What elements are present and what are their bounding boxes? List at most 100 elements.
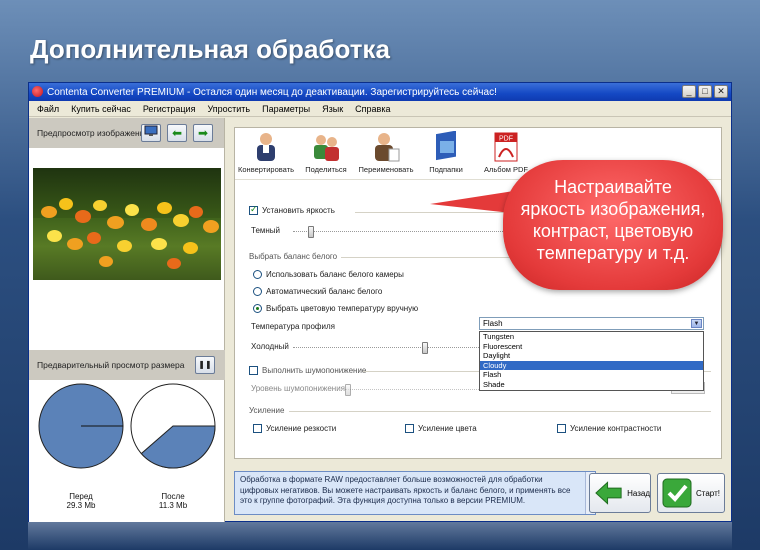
- start-button[interactable]: Старт!: [657, 473, 725, 513]
- profile-option-flash[interactable]: Flash: [480, 370, 703, 380]
- toolbar-pdf-album[interactable]: PDF Альбом PDF: [479, 131, 533, 179]
- brightness-checkbox[interactable]: [249, 204, 258, 216]
- subfolders-icon: [431, 130, 461, 163]
- enhance-contrast-row[interactable]: Усиление контрастности: [557, 424, 662, 434]
- toolbar-subfolders[interactable]: Подпапки: [419, 130, 473, 179]
- back-arrow-icon: [595, 481, 622, 505]
- window-title: Contenta Converter PREMIUM - Остался оди…: [47, 86, 497, 98]
- toolbar-rename-label: Переименовать: [358, 165, 414, 174]
- wb-option-auto-label: Автоматический баланс белого: [266, 287, 383, 296]
- enhance-color-row[interactable]: Усиление цвета: [405, 424, 477, 434]
- checkmark-icon: [662, 478, 692, 508]
- left-panel: Предпросмотр изображения ⬅ ➡ Предварител…: [29, 118, 225, 522]
- info-text-box[interactable]: Обработка в формате RAW предоставляет бо…: [234, 471, 596, 515]
- wb-option-camera[interactable]: Использовать баланс белого камеры: [253, 270, 404, 280]
- menu-help[interactable]: Справка: [355, 104, 390, 114]
- enhance-divider: [289, 411, 711, 412]
- before-size: 29.3 Mb: [66, 501, 96, 510]
- preview-mode-button[interactable]: [141, 124, 161, 142]
- preview-header: Предпросмотр изображения ⬅ ➡: [29, 118, 224, 148]
- brightness-label: Установить яркость: [262, 206, 335, 215]
- size-preview-label: Предварительный просмотр размера: [37, 360, 185, 370]
- window-reflection: [28, 522, 732, 550]
- arrow-left-icon: ⬅: [171, 126, 183, 140]
- app-window: Contenta Converter PREMIUM - Остался оди…: [28, 82, 732, 522]
- noise-label: Выполнить шумопонижение: [262, 366, 367, 375]
- menu-options[interactable]: Параметры: [262, 104, 310, 114]
- previous-image-button[interactable]: ⬅: [167, 124, 187, 142]
- profile-option-cloudy[interactable]: Cloudy: [480, 360, 703, 371]
- noise-level-label: Уровень шумопонижения: [251, 384, 346, 393]
- image-preview: [33, 168, 221, 280]
- preview-label: Предпросмотр изображения: [37, 128, 150, 138]
- profile-temperature-label: Температура профиля: [251, 322, 335, 331]
- profile-option-shade[interactable]: Shade: [480, 380, 703, 390]
- toolbar-subfolders-label: Подпапки: [429, 165, 463, 174]
- after-caption: После 11.3 Mb: [133, 492, 213, 510]
- color-checkbox[interactable]: [405, 424, 414, 434]
- contrast-checkbox[interactable]: [557, 424, 566, 434]
- convert-icon: [251, 131, 281, 163]
- chevron-down-icon[interactable]: ▼: [691, 319, 702, 328]
- sharpness-label: Усиление резкости: [266, 424, 337, 433]
- minimize-button[interactable]: _: [682, 85, 696, 98]
- back-button[interactable]: Назад: [589, 473, 651, 513]
- close-button[interactable]: ✕: [714, 85, 728, 98]
- profile-temperature-select[interactable]: Flash ▼: [479, 317, 704, 330]
- noise-checkbox[interactable]: [249, 366, 258, 376]
- pause-button[interactable]: ❚❚: [195, 356, 215, 374]
- back-button-label: Назад: [627, 488, 650, 498]
- menu-register[interactable]: Регистрация: [143, 104, 196, 114]
- contrast-label: Усиление контрастности: [570, 424, 662, 433]
- whitebalance-group-label: Выбрать баланс белого: [249, 252, 338, 261]
- start-button-label: Старт!: [696, 488, 720, 498]
- toolbar-pdf-album-label: Альбом PDF: [484, 165, 528, 174]
- menu-simplify[interactable]: Упростить: [207, 104, 250, 114]
- window-titlebar: Contenta Converter PREMIUM - Остался оди…: [29, 83, 731, 101]
- arrow-right-icon: ➡: [197, 126, 209, 140]
- wb-option-manual-label: Выбрать цветовую температуру вручную: [266, 304, 419, 313]
- size-comparison: Перед 29.3 Mb После 11.3 Mb: [33, 378, 221, 518]
- page-headline: Дополнительная обработка: [30, 34, 390, 64]
- noise-checkbox-row[interactable]: Выполнить шумопонижение: [249, 366, 367, 376]
- menu-file[interactable]: Файл: [37, 104, 59, 114]
- profile-option-daylight[interactable]: Daylight: [480, 351, 703, 361]
- callout-line-3: контраст, цветовую: [532, 221, 694, 241]
- profile-temperature-value: Flash: [483, 319, 503, 328]
- callout-line-1: Настраивайте: [554, 177, 672, 197]
- menu-buy[interactable]: Купить сейчас: [71, 104, 131, 114]
- wb-option-manual[interactable]: Выбрать цветовую температуру вручную: [253, 304, 419, 314]
- wb-option-camera-label: Использовать баланс белого камеры: [266, 270, 404, 279]
- brightness-slider-thumb[interactable]: [308, 226, 315, 238]
- app-logo-icon: [32, 86, 43, 97]
- wb-radio-camera[interactable]: [253, 270, 262, 280]
- menu-language[interactable]: Язык: [322, 104, 343, 114]
- svg-text:PDF: PDF: [499, 136, 513, 143]
- callout-line-4: температуру и т.д.: [536, 243, 690, 263]
- callout-line-2: яркость изображения,: [520, 199, 706, 219]
- temperature-slider-thumb[interactable]: [422, 342, 429, 354]
- share-icon: [311, 131, 341, 163]
- after-label: После: [161, 492, 185, 501]
- enhance-sharpness-row[interactable]: Усиление резкости: [253, 424, 337, 434]
- noise-slider-thumb[interactable]: [345, 384, 351, 396]
- dark-label: Темный: [251, 226, 281, 235]
- before-label: Перед: [69, 492, 93, 501]
- wb-option-auto[interactable]: Автоматический баланс белого: [253, 287, 383, 297]
- callout-bubble: Настраивайте яркость изображения, контра…: [503, 160, 723, 290]
- size-pies: [38, 383, 216, 469]
- toolbar-convert[interactable]: Конвертировать: [238, 131, 294, 179]
- profile-option-fluorescent[interactable]: Fluorescent: [480, 342, 703, 352]
- toolbar-share[interactable]: Поделиться: [299, 131, 353, 179]
- menu-bar: Файл Купить сейчас Регистрация Упростить…: [29, 101, 731, 117]
- wb-radio-auto[interactable]: [253, 287, 262, 297]
- next-image-button[interactable]: ➡: [193, 124, 213, 142]
- brightness-checkbox-row[interactable]: Установить яркость: [249, 204, 335, 216]
- maximize-button[interactable]: □: [698, 85, 712, 98]
- sharpness-checkbox[interactable]: [253, 424, 262, 434]
- color-label: Усиление цвета: [418, 424, 477, 433]
- toolbar-rename[interactable]: Переименовать: [358, 131, 414, 179]
- toolbar-convert-label: Конвертировать: [238, 165, 294, 174]
- wb-radio-manual[interactable]: [253, 304, 262, 314]
- profile-option-tungsten[interactable]: Tungsten: [480, 332, 703, 342]
